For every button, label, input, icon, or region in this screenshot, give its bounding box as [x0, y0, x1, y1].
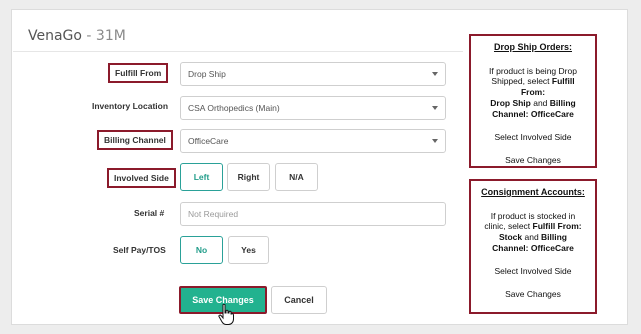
fulfill-from-label: Fulfill From — [108, 63, 169, 83]
drop-ship-note: Drop Ship Orders: If product is being Dr… — [469, 34, 597, 168]
cancel-button[interactable]: Cancel — [271, 286, 327, 314]
self-pay-yes-button[interactable]: Yes — [228, 236, 269, 264]
billing-channel-select[interactable]: OfficeCare — [180, 129, 446, 153]
drop-ship-note-title: Drop Ship Orders: — [493, 42, 572, 52]
title-divider — [13, 51, 463, 52]
drop-ship-note-line4a: Drop Ship — [490, 98, 531, 109]
drop-ship-note-line3: From: — [520, 87, 546, 98]
inventory-location-label: Inventory Location — [92, 101, 169, 111]
fulfill-from-select[interactable]: Drop Ship — [180, 62, 446, 86]
chevron-down-icon — [432, 72, 438, 76]
inventory-location-value: CSA Orthopedics (Main) — [188, 103, 280, 113]
consignment-note-line4: Channel: OfficeCare — [492, 243, 574, 254]
involved-side-na-button[interactable]: N/A — [275, 163, 318, 191]
drop-ship-note-line2a: Shipped, select — [491, 76, 552, 87]
serial-input[interactable]: Not Required — [180, 202, 446, 226]
consignment-note-line3a: Stock — [498, 232, 523, 243]
drop-ship-note-line1: If product is being Drop — [489, 65, 577, 76]
consignment-note-step1: Select Involved Side — [494, 266, 572, 277]
drop-ship-note-step1: Select Involved Side — [494, 131, 572, 142]
drop-ship-note-line5: Channel: OfficeCare — [492, 109, 574, 120]
serial-placeholder: Not Required — [188, 209, 239, 219]
chevron-down-icon — [432, 106, 438, 110]
involved-side-label: Involved Side — [107, 168, 176, 188]
consignment-note-line3c: Billing — [541, 232, 568, 243]
fulfill-from-value: Drop Ship — [188, 69, 226, 79]
billing-channel-label: Billing Channel — [97, 130, 173, 150]
inventory-location-select[interactable]: CSA Orthopedics (Main) — [180, 96, 446, 120]
drop-ship-note-line2b: Fulfill — [551, 76, 575, 87]
serial-label: Serial # — [134, 208, 165, 218]
page-title: VenaGo - 31M — [28, 28, 126, 44]
self-pay-no-button[interactable]: No — [180, 236, 223, 264]
involved-side-left-button[interactable]: Left — [180, 163, 223, 191]
consignment-note: Consignment Accounts: If product is stoc… — [469, 179, 597, 314]
title-main: VenaGo — [28, 28, 82, 44]
consignment-note-line2b: Fulfill From: — [532, 221, 582, 232]
title-suffix: - 31M — [81, 28, 126, 44]
involved-side-right-button[interactable]: Right — [227, 163, 270, 191]
consignment-note-line3b: and — [522, 232, 542, 243]
hand-cursor-icon — [218, 304, 234, 325]
consignment-note-line2a: clinic, select — [484, 221, 533, 232]
consignment-note-line1: If product is stocked in — [490, 210, 576, 221]
drop-ship-note-step2: Save Changes — [505, 154, 561, 165]
consignment-note-title: Consignment Accounts: — [481, 187, 585, 197]
chevron-down-icon — [432, 139, 438, 143]
consignment-note-step2: Save Changes — [505, 288, 561, 299]
drop-ship-note-line4b: and — [530, 98, 550, 109]
self-pay-label: Self Pay/TOS — [113, 245, 166, 255]
drop-ship-note-line4c: Billing — [549, 98, 576, 109]
billing-channel-value: OfficeCare — [188, 136, 229, 146]
